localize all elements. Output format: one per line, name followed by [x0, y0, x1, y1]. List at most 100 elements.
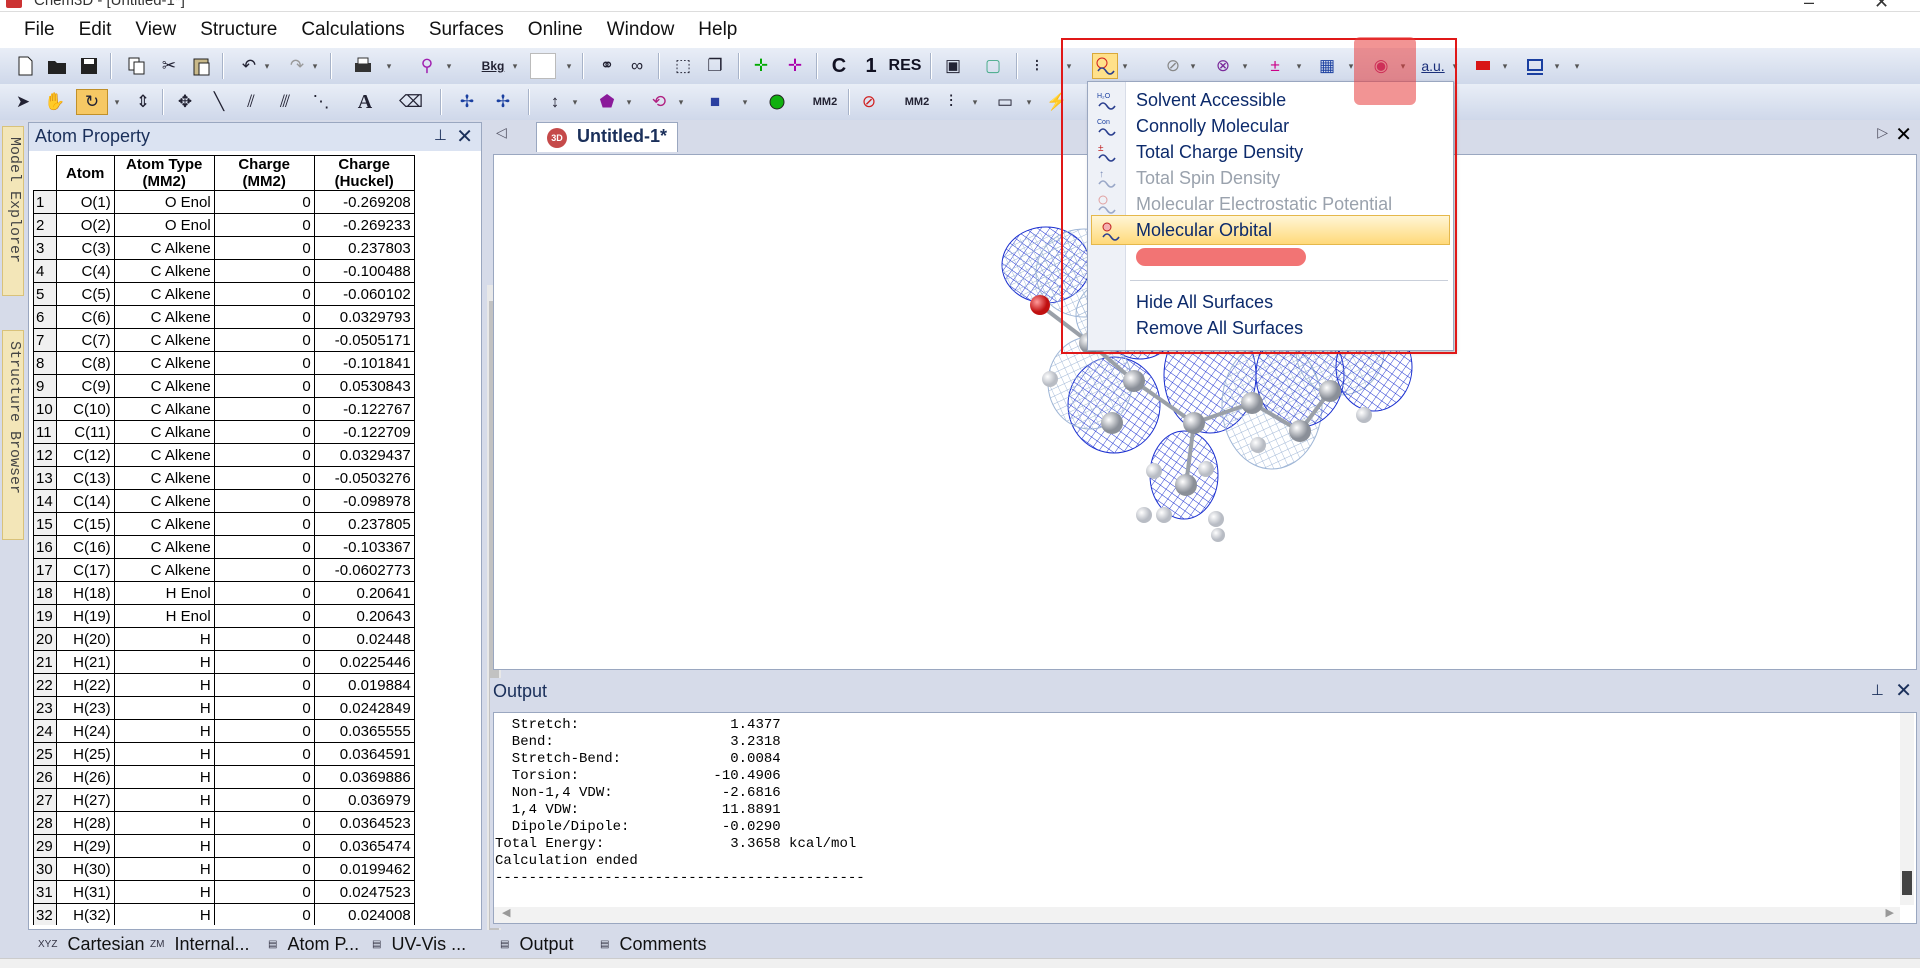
atom-cell[interactable]: C(11) — [55, 420, 115, 444]
spectrum-dropdown-icon[interactable]: ▾ — [970, 89, 980, 115]
output-hscrollbar[interactable]: ◀ ▶ — [494, 907, 1900, 923]
table-row[interactable]: 18 H(18) H Enol 0 0.20641 — [33, 581, 415, 605]
mm2-minimize-button[interactable]: MM2 — [810, 89, 840, 115]
table-row[interactable]: 28 H(28) H 0 0.0364523 — [33, 811, 415, 835]
run-green-icon[interactable] — [764, 89, 790, 115]
toolbar2-overflow-icon[interactable]: ▾ — [740, 89, 750, 115]
charge-huckel-cell[interactable]: 0.02448 — [313, 627, 415, 651]
set-dihedral-icon[interactable]: ↕ — [542, 89, 568, 115]
bkg-dropdown-icon[interactable]: ▾ — [510, 53, 520, 79]
charge-mm2-cell[interactable]: 0 — [213, 328, 315, 352]
toolbar-overflow-icon[interactable]: ▾ — [384, 53, 394, 79]
charge-mm2-cell[interactable]: 0 — [213, 880, 315, 904]
toolbar-overflow2-icon[interactable]: ▾ — [1064, 53, 1074, 79]
orbital-dropdown-icon[interactable]: ▾ — [1398, 53, 1408, 79]
atom-cell[interactable]: O(1) — [55, 190, 115, 214]
table-row[interactable]: 21 H(21) H 0 0.0225446 — [33, 650, 415, 674]
rotate-dropdown-icon[interactable]: ▾ — [112, 89, 122, 115]
charge-huckel-cell[interactable]: 0.019884 — [313, 673, 415, 697]
charge-huckel-cell[interactable]: -0.0503276 — [313, 466, 415, 490]
atom-cell[interactable]: C(17) — [55, 558, 115, 582]
orbital-list-icon[interactable]: ⁝ — [1024, 53, 1050, 79]
save-icon[interactable] — [76, 53, 102, 79]
table-row[interactable]: 6 C(6) C Alkene 0 0.0329793 — [33, 305, 415, 329]
table-row[interactable]: 9 C(9) C Alkene 0 0.0530843 — [33, 374, 415, 398]
column-header-charge-mm2[interactable]: Charge (MM2) — [213, 155, 315, 191]
display-mode-dropdown-icon[interactable]: ▾ — [1552, 53, 1562, 79]
charge-mm2-cell[interactable]: 0 — [213, 604, 315, 628]
atom-cell[interactable]: H(26) — [55, 765, 115, 789]
atom-cell[interactable]: C(3) — [55, 236, 115, 260]
charge-huckel-cell[interactable]: -0.060102 — [313, 282, 415, 306]
dihedral-dropdown-icon[interactable]: ▾ — [570, 89, 580, 115]
mm2-dynamics-button[interactable]: MM2 — [902, 89, 932, 115]
atom-type-cell[interactable]: C Alkene — [113, 282, 215, 306]
charge-huckel-cell[interactable]: 0.237805 — [313, 512, 415, 536]
atom-type-cell[interactable]: C Alkene — [113, 489, 215, 513]
atom-type-cell[interactable]: C Alkene — [113, 558, 215, 582]
table-row[interactable]: 3 C(3) C Alkene 0 0.237803 — [33, 236, 415, 260]
atom-type-cell[interactable]: H — [113, 857, 215, 881]
charge-mm2-cell[interactable]: 0 — [213, 558, 315, 582]
table-row[interactable]: 12 C(12) C Alkene 0 0.0329437 — [33, 443, 415, 467]
charge-mm2-cell[interactable]: 0 — [213, 765, 315, 789]
table-row[interactable]: 27 H(27) H 0 0.036979 — [33, 788, 415, 812]
charge-huckel-cell[interactable]: 0.0365555 — [313, 719, 415, 743]
atom-cell[interactable]: H(21) — [55, 650, 115, 674]
cut-icon[interactable]: ✂ — [156, 53, 182, 79]
atom-type-cell[interactable]: C Alkene — [113, 535, 215, 559]
table-row[interactable]: 1 O(1) O Enol 0 -0.269208 — [33, 190, 415, 214]
atom-type-cell[interactable]: C Alkene — [113, 466, 215, 490]
atom-type-cell[interactable]: H — [113, 673, 215, 697]
presentation-icon[interactable]: ▢ — [980, 53, 1006, 79]
atom-type-cell[interactable]: C Alkene — [113, 351, 215, 375]
atom-type-cell[interactable]: H — [113, 834, 215, 858]
table-row[interactable]: 25 H(25) H 0 0.0364591 — [33, 742, 415, 766]
column-header-atom-type[interactable]: Atom Type (MM2) — [113, 155, 215, 191]
atom-cell[interactable]: H(19) — [55, 604, 115, 628]
document-tab[interactable]: 3D Untitled-1* — [536, 122, 678, 152]
menu-calculations[interactable]: Calculations — [289, 19, 417, 41]
atom-cell[interactable]: C(13) — [55, 466, 115, 490]
column-header-atom[interactable]: Atom — [55, 155, 115, 191]
charge-huckel-cell[interactable]: 0.237803 — [313, 236, 415, 260]
charge-huckel-cell[interactable]: -0.0505171 — [313, 328, 415, 352]
surfaces-dropdown-icon[interactable]: ▾ — [1120, 53, 1130, 79]
atom-cell[interactable]: H(29) — [55, 834, 115, 858]
rotate-tool-icon[interactable]: ↻ — [76, 89, 108, 115]
charge-huckel-cell[interactable]: 0.0199462 — [313, 857, 415, 881]
atom-cell[interactable]: H(32) — [55, 903, 115, 925]
clip-dropdown-icon[interactable]: ▾ — [1188, 53, 1198, 79]
move-objects-icon[interactable]: ✥ — [172, 89, 198, 115]
undo-icon[interactable]: ↶ — [236, 53, 262, 79]
atom-cell[interactable]: H(28) — [55, 811, 115, 835]
structure-tool-icon[interactable]: ⚲ — [414, 53, 440, 79]
table-row[interactable]: 31 H(31) H 0 0.0247523 — [33, 880, 415, 904]
grid-surface-icon[interactable]: ▦ — [1314, 53, 1340, 79]
structure-tool-dropdown-icon[interactable]: ▾ — [444, 53, 454, 79]
charge-huckel-cell[interactable]: 0.0329437 — [313, 443, 415, 467]
charge-mm2-cell[interactable]: 0 — [213, 581, 315, 605]
dipole-icon[interactable]: ⊗ — [1210, 53, 1236, 79]
atom-type-cell[interactable]: C Alkene — [113, 236, 215, 260]
atom-cell[interactable]: C(9) — [55, 374, 115, 398]
table-row[interactable]: 13 C(13) C Alkene 0 -0.0503276 — [33, 466, 415, 490]
measure-icon[interactable]: ⟲ — [646, 89, 672, 115]
atom-cell[interactable]: O(2) — [55, 213, 115, 237]
atom-type-cell[interactable]: H — [113, 903, 215, 925]
charge-mm2-cell[interactable]: 0 — [213, 374, 315, 398]
charge-mm2-cell[interactable]: 0 — [213, 420, 315, 444]
atom-cell[interactable]: H(25) — [55, 742, 115, 766]
atom-type-cell[interactable]: H — [113, 765, 215, 789]
menu-item-molecular-orbital[interactable]: Molecular Orbital — [1091, 215, 1450, 245]
charge-mm2-cell[interactable]: 0 — [213, 351, 315, 375]
charge-mm2-cell[interactable]: 0 — [213, 466, 315, 490]
charge-huckel-cell[interactable]: 0.024008 — [313, 903, 415, 925]
menu-online[interactable]: Online — [516, 19, 595, 41]
atom-type-cell[interactable]: H Enol — [113, 581, 215, 605]
charge-mm2-cell[interactable]: 0 — [213, 282, 315, 306]
tab-comments[interactable]: ▤ Comments — [600, 930, 706, 958]
menu-surfaces[interactable]: Surfaces — [417, 19, 516, 41]
charge-huckel-cell[interactable]: -0.103367 — [313, 535, 415, 559]
charge-mm2-cell[interactable]: 0 — [213, 650, 315, 674]
